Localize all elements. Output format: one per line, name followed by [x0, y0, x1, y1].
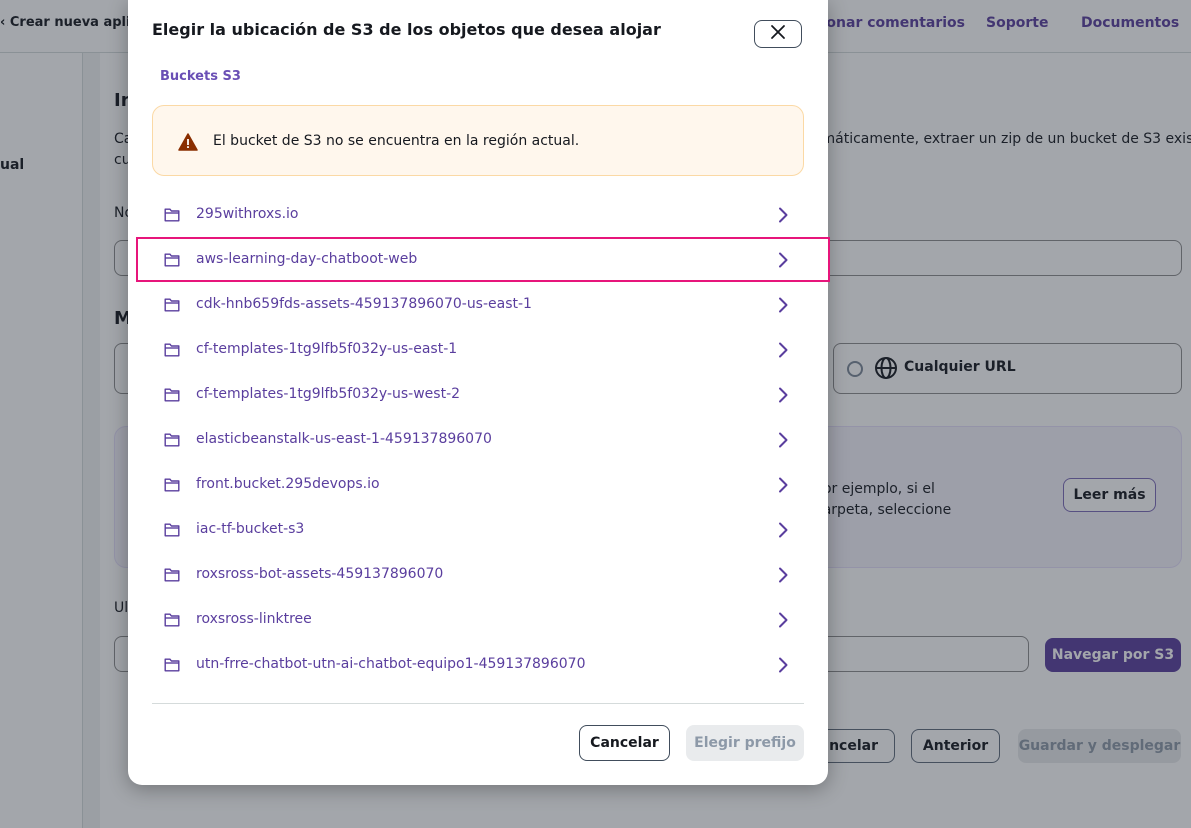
- folder-icon: [164, 432, 180, 451]
- cancel-button[interactable]: Cancelar: [579, 725, 670, 761]
- bucket-list: 295withroxs.io aws-learning-day-chatboot-…: [136, 192, 830, 687]
- bucket-name[interactable]: roxsross-linktree: [196, 611, 312, 627]
- chevron-right-icon[interactable]: [778, 522, 788, 542]
- bucket-name[interactable]: front.bucket.295devops.io: [196, 476, 380, 492]
- chevron-right-icon[interactable]: [778, 297, 788, 317]
- bucket-row[interactable]: utn-frre-chatbot-utn-ai-chatbot-equipo1-…: [136, 642, 830, 687]
- folder-icon: [164, 477, 180, 496]
- folder-icon: [164, 342, 180, 361]
- bucket-name[interactable]: elasticbeanstalk-us-east-1-459137896070: [196, 431, 492, 447]
- bucket-name[interactable]: cf-templates-1tg9lfb5f032y-us-west-2: [196, 386, 460, 402]
- chevron-right-icon[interactable]: [778, 567, 788, 587]
- bucket-row[interactable]: iac-tf-bucket-s3: [136, 507, 830, 552]
- bucket-row[interactable]: front.bucket.295devops.io: [136, 462, 830, 507]
- chevron-right-icon[interactable]: [778, 477, 788, 497]
- bucket-name[interactable]: utn-frre-chatbot-utn-ai-chatbot-equipo1-…: [196, 656, 585, 672]
- bucket-row[interactable]: cdk-hnb659fds-assets-459137896070-us-eas…: [136, 282, 830, 327]
- chevron-right-icon[interactable]: [778, 657, 788, 677]
- warning-icon: [178, 133, 198, 155]
- folder-icon: [164, 387, 180, 406]
- bucket-name[interactable]: roxsross-bot-assets-459137896070: [196, 566, 443, 582]
- folder-icon: [164, 252, 180, 271]
- bucket-name[interactable]: iac-tf-bucket-s3: [196, 521, 304, 537]
- breadcrumb-buckets[interactable]: Buckets S3: [160, 69, 241, 84]
- folder-icon: [164, 612, 180, 631]
- folder-icon: [164, 567, 180, 586]
- chevron-right-icon[interactable]: [778, 612, 788, 632]
- choose-prefix-button: Elegir prefijo: [686, 725, 804, 761]
- folder-icon: [164, 207, 180, 226]
- chevron-right-icon[interactable]: [778, 342, 788, 362]
- bucket-row[interactable]: roxsross-bot-assets-459137896070: [136, 552, 830, 597]
- divider: [152, 703, 804, 704]
- bucket-row[interactable]: elasticbeanstalk-us-east-1-459137896070: [136, 417, 830, 462]
- s3-location-modal: Elegir la ubicación de S3 de los objetos…: [128, 0, 830, 785]
- bucket-row[interactable]: aws-learning-day-chatboot-web: [136, 237, 830, 282]
- chevron-right-icon[interactable]: [778, 207, 788, 227]
- modal-title: Elegir la ubicación de S3 de los objetos…: [152, 20, 661, 39]
- region-warning-alert: El bucket de S3 no se encuentra en la re…: [152, 105, 804, 176]
- chevron-right-icon[interactable]: [778, 387, 788, 407]
- chevron-right-icon[interactable]: [778, 252, 788, 272]
- close-button[interactable]: [754, 20, 802, 48]
- folder-icon: [164, 657, 180, 676]
- alert-text: El bucket de S3 no se encuentra en la re…: [213, 133, 580, 149]
- chevron-right-icon[interactable]: [778, 432, 788, 452]
- bucket-name[interactable]: aws-learning-day-chatboot-web: [196, 251, 417, 267]
- bucket-row[interactable]: cf-templates-1tg9lfb5f032y-us-west-2: [136, 372, 830, 417]
- bucket-row[interactable]: cf-templates-1tg9lfb5f032y-us-east-1: [136, 327, 830, 372]
- bucket-name[interactable]: cdk-hnb659fds-assets-459137896070-us-eas…: [196, 296, 532, 312]
- close-icon: [770, 24, 786, 44]
- bucket-name[interactable]: 295withroxs.io: [196, 206, 299, 222]
- folder-icon: [164, 297, 180, 316]
- bucket-row[interactable]: 295withroxs.io: [136, 192, 830, 237]
- bucket-row[interactable]: roxsross-linktree: [136, 597, 830, 642]
- bucket-name[interactable]: cf-templates-1tg9lfb5f032y-us-east-1: [196, 341, 457, 357]
- folder-icon: [164, 522, 180, 541]
